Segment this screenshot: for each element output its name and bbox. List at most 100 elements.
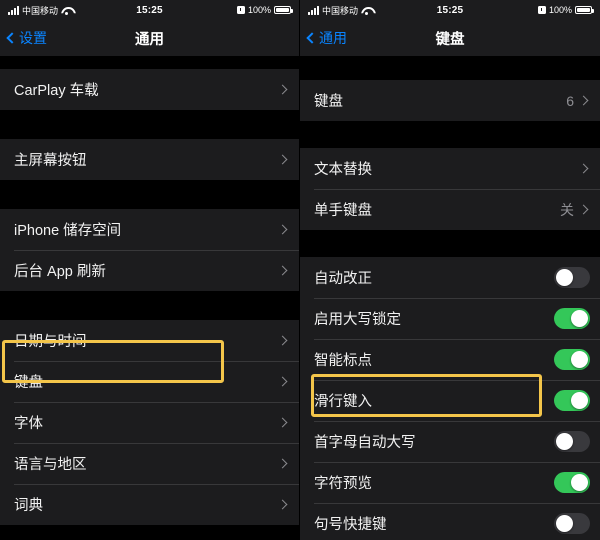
section-text-replacement: 文本替换 单手键盘 关 <box>300 148 600 230</box>
row-label: 文本替换 <box>314 162 372 178</box>
status-bar-left-group: 中国移动 <box>8 4 72 17</box>
nav-bar-left: 设置 通用 <box>0 20 299 56</box>
section-gap <box>0 180 299 209</box>
back-button-left[interactable]: 设置 <box>6 28 47 48</box>
row-label: 智能标点 <box>314 353 372 369</box>
row-label: 字体 <box>14 416 43 432</box>
row-label: 词典 <box>14 498 43 514</box>
chevron-right-icon <box>578 95 589 106</box>
list-item-slide-to-type[interactable]: 滑行键入 <box>300 380 600 421</box>
row-label: 滑行键入 <box>314 394 372 410</box>
row-label: 启用大写锁定 <box>314 312 401 328</box>
chevron-right-icon <box>578 163 589 174</box>
section-gap <box>0 291 299 320</box>
toggle-auto-correction[interactable] <box>554 267 590 288</box>
back-button-label: 设置 <box>19 30 47 46</box>
list-item-auto-capitalization[interactable]: 首字母自动大写 <box>300 421 600 462</box>
battery-full-icon <box>575 5 594 15</box>
chevron-right-icon <box>277 224 288 235</box>
sidebar-item-dictionary[interactable]: 词典 <box>0 484 299 525</box>
section-carplay: CarPlay 车载 <box>0 69 299 110</box>
alarm-clock-icon <box>537 6 546 14</box>
sidebar-item-date-time[interactable]: 日期与时间 <box>0 320 299 361</box>
battery-percent-label: 100% <box>247 5 271 15</box>
back-button-label: 通用 <box>319 30 347 46</box>
chevron-right-icon <box>578 204 589 215</box>
carrier-label: 中国移动 <box>22 5 59 16</box>
status-bar-right-group: 100% <box>236 5 293 15</box>
chevron-left-icon <box>306 32 318 44</box>
signal-bars-icon <box>8 5 19 15</box>
toggle-auto-capitalization[interactable] <box>554 431 590 452</box>
chevron-right-icon <box>277 84 288 95</box>
back-button-right[interactable]: 通用 <box>306 28 347 48</box>
row-value: 关 <box>560 201 574 218</box>
list-item-caps-lock[interactable]: 启用大写锁定 <box>300 298 600 339</box>
chevron-right-icon <box>277 458 288 469</box>
section-keyboard-toggles: 自动改正 启用大写锁定 智能标点 滑行键入 首字母自动大写 字符预览 句号快捷键 <box>300 257 600 540</box>
row-label: iPhone 储存空间 <box>14 223 122 239</box>
section-gap <box>300 230 600 257</box>
section-gap <box>300 56 600 80</box>
row-value: 6 <box>566 92 574 109</box>
keyboard-settings-list[interactable]: 键盘 6 文本替换 单手键盘 关 自动改正 启用大写锁定 智能标点 滑行键入 首… <box>300 56 600 540</box>
row-label: CarPlay 车载 <box>14 83 99 99</box>
left-phone-screen: 中国移动 15:25 100% 设置 通用 CarPlay 车载 主屏幕按钮 i… <box>0 0 300 540</box>
list-item-auto-correction[interactable]: 自动改正 <box>300 257 600 298</box>
sidebar-item-home-button[interactable]: 主屏幕按钮 <box>0 139 299 180</box>
section-keyboards: 键盘 6 <box>300 80 600 121</box>
toggle-period-shortcut[interactable] <box>554 513 590 534</box>
list-item-one-handed-keyboard[interactable]: 单手键盘 关 <box>300 189 600 230</box>
row-label: 键盘 <box>314 94 343 110</box>
row-label: 字符预览 <box>314 476 372 492</box>
row-label: 自动改正 <box>314 271 372 287</box>
row-label: 日期与时间 <box>14 334 87 350</box>
battery-percent-label: 100% <box>548 5 572 15</box>
sidebar-item-language-region[interactable]: 语言与地区 <box>0 443 299 484</box>
settings-list-left[interactable]: CarPlay 车载 主屏幕按钮 iPhone 储存空间 后台 App 刷新 日… <box>0 56 299 540</box>
status-bar-left-group: 中国移动 <box>308 4 372 17</box>
list-item-keyboards[interactable]: 键盘 6 <box>300 80 600 121</box>
list-item-text-replacement[interactable]: 文本替换 <box>300 148 600 189</box>
sidebar-item-iphone-storage[interactable]: iPhone 储存空间 <box>0 209 299 250</box>
sidebar-item-carplay[interactable]: CarPlay 车载 <box>0 69 299 110</box>
toggle-smart-punctuation[interactable] <box>554 349 590 370</box>
carrier-label: 中国移动 <box>322 5 359 16</box>
toggle-slide-to-type[interactable] <box>554 390 590 411</box>
row-label: 键盘 <box>14 375 43 391</box>
row-label: 首字母自动大写 <box>314 435 416 451</box>
chevron-left-icon <box>6 32 18 44</box>
section-keyboard-group: 日期与时间 键盘 字体 语言与地区 词典 <box>0 320 299 525</box>
row-label: 后台 App 刷新 <box>14 264 106 280</box>
status-bar-left: 中国移动 15:25 100% <box>0 0 299 20</box>
list-item-character-preview[interactable]: 字符预览 <box>300 462 600 503</box>
chevron-right-icon <box>277 265 288 276</box>
nav-bar-right: 通用 键盘 <box>300 20 600 56</box>
alarm-clock-icon <box>236 6 245 14</box>
section-gap <box>0 56 299 69</box>
chevron-right-icon <box>277 154 288 165</box>
right-phone-screen: 中国移动 15:25 100% 通用 键盘 键盘 6 文本替换 单手键盘 关 自… <box>300 0 600 540</box>
status-bar-right-group: 100% <box>537 5 594 15</box>
list-item-smart-punctuation[interactable]: 智能标点 <box>300 339 600 380</box>
row-label: 单手键盘 <box>314 203 372 219</box>
status-bar-right: 中国移动 15:25 100% <box>300 0 600 20</box>
row-label: 主屏幕按钮 <box>14 153 87 169</box>
section-home-button: 主屏幕按钮 <box>0 139 299 180</box>
section-gap <box>300 121 600 148</box>
sidebar-item-keyboard[interactable]: 键盘 <box>0 361 299 402</box>
section-storage: iPhone 储存空间 后台 App 刷新 <box>0 209 299 291</box>
list-item-period-shortcut[interactable]: 句号快捷键 <box>300 503 600 540</box>
section-gap <box>0 110 299 139</box>
toggle-caps-lock[interactable] <box>554 308 590 329</box>
signal-bars-icon <box>308 5 319 15</box>
chevron-right-icon <box>277 335 288 346</box>
dual-screenshot-comparison: 中国移动 15:25 100% 设置 通用 CarPlay 车载 主屏幕按钮 i… <box>0 0 600 540</box>
toggle-character-preview[interactable] <box>554 472 590 493</box>
battery-full-icon <box>274 5 293 15</box>
sidebar-item-background-app-refresh[interactable]: 后台 App 刷新 <box>0 250 299 291</box>
chevron-right-icon <box>277 417 288 428</box>
sidebar-item-fonts[interactable]: 字体 <box>0 402 299 443</box>
row-label: 语言与地区 <box>14 457 87 473</box>
chevron-right-icon <box>277 499 288 510</box>
